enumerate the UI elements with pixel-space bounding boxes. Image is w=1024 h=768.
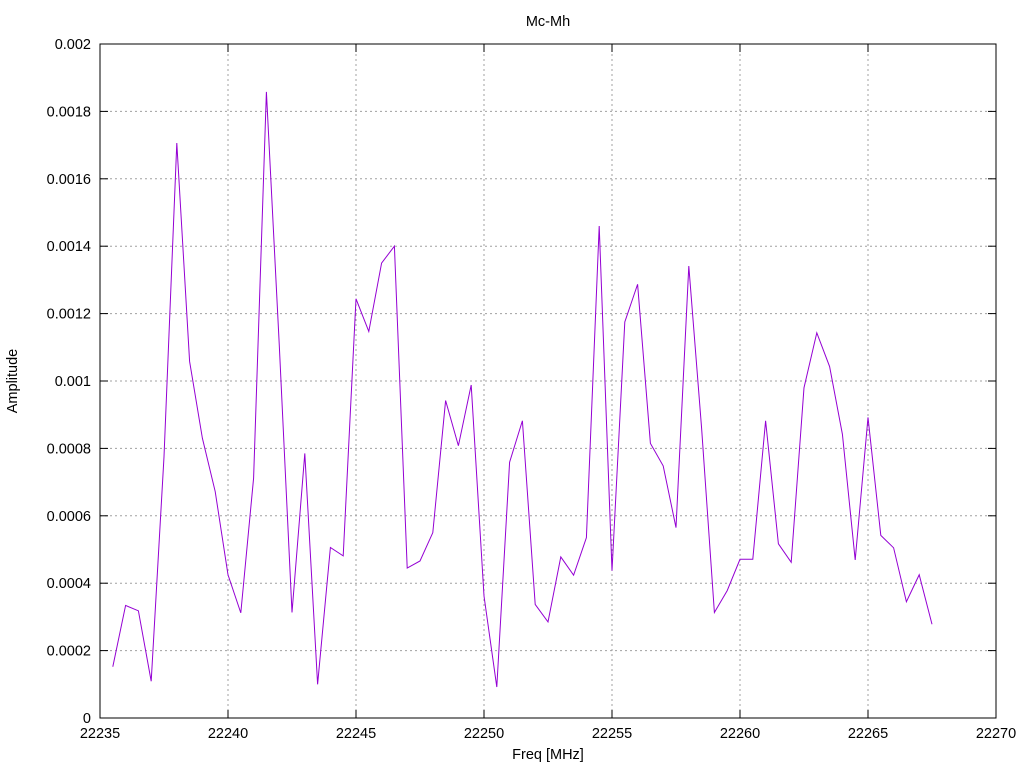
y-tick-label: 0.0012: [47, 307, 91, 323]
y-tick-label: 0.001: [55, 374, 91, 390]
y-tick-label: 0.0008: [47, 441, 91, 457]
x-tick-label: 22255: [592, 726, 632, 742]
y-tick-label: 0: [83, 711, 91, 727]
x-tick-label: 22265: [848, 726, 888, 742]
grid: [100, 44, 996, 718]
y-tick-label: 0.0014: [47, 239, 91, 255]
series-layer: [112, 91, 933, 688]
line-chart: 22235 22240 22245 22250 22255 22260 22265 22270…: [5, 14, 1017, 763]
x-tick-label: 22260: [720, 726, 760, 742]
y-tick-label: 0.0018: [47, 104, 91, 120]
x-tick-label: 22240: [208, 726, 248, 742]
x-axis-label: Freq [MHz]: [512, 747, 584, 763]
tick-labels: 22235 22240 22245 22250 22255 22260 22265 22270…: [47, 37, 1017, 742]
x-tick-label: 22245: [336, 726, 376, 742]
y-tick-label: 0.0004: [47, 576, 91, 592]
chart-title: Mc-Mh: [526, 14, 570, 30]
y-tick-label: 0.0006: [47, 509, 91, 525]
series-line-0: [112, 91, 933, 688]
chart-container: 22235 22240 22245 22250 22255 22260 22265 22270…: [0, 0, 1024, 768]
x-tick-label: 22250: [464, 726, 504, 742]
x-tick-label: 22270: [976, 726, 1016, 742]
y-tick-label: 0.0016: [47, 172, 91, 188]
y-tick-label: 0.002: [55, 37, 91, 53]
y-axis-label: Amplitude: [5, 349, 21, 413]
x-tick-label: 22235: [80, 726, 120, 742]
y-tick-label: 0.0002: [47, 644, 91, 660]
